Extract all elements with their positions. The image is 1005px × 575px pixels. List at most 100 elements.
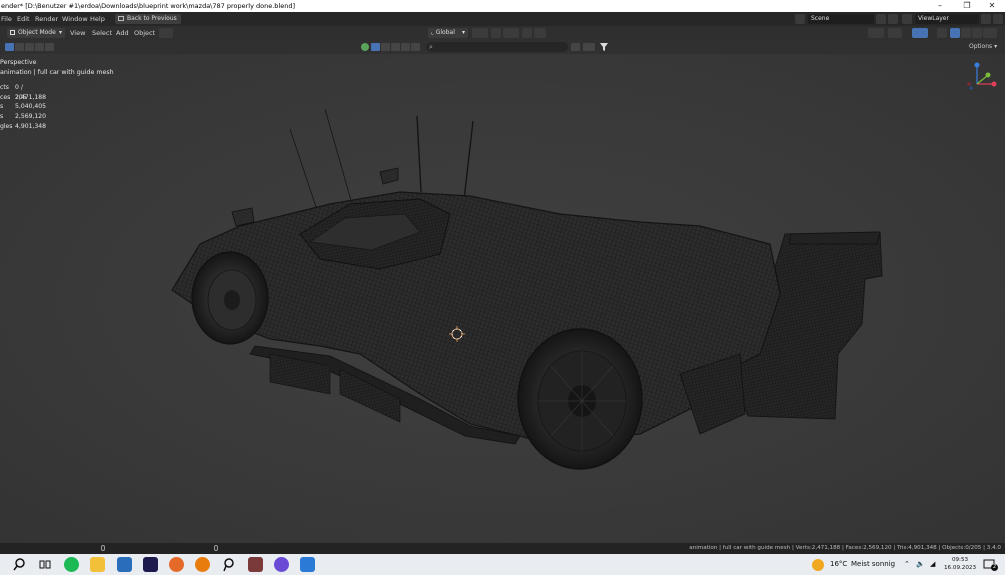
select-box-icon[interactable] — [5, 43, 14, 51]
empty-filter-icon[interactable] — [411, 43, 420, 51]
object-mode-dropdown[interactable]: Object Mode ▾ — [7, 28, 65, 38]
back-to-previous-button[interactable]: Back to Previous — [115, 14, 181, 24]
screen-icon — [118, 16, 124, 21]
display-mode-icon[interactable] — [583, 43, 595, 51]
firefox-icon[interactable] — [169, 557, 184, 572]
clock-date: 16.09.2023 — [944, 565, 977, 571]
task-view-icon[interactable] — [38, 557, 53, 572]
camera-filter-icon[interactable] — [401, 43, 410, 51]
photo-app-icon[interactable] — [248, 557, 263, 572]
system-clock[interactable]: 09:53 16.09.2023 — [944, 556, 976, 572]
view-name: Perspective — [0, 59, 37, 66]
stat-key: ces — [0, 93, 11, 101]
scene-name-field[interactable]: Scene — [808, 14, 874, 24]
new-scene-icon[interactable] — [876, 14, 886, 24]
menu-help[interactable]: Help — [90, 12, 105, 26]
maximize-button[interactable]: ❐ — [955, 0, 979, 12]
navigation-gizmo-icon[interactable] — [963, 60, 1001, 90]
object-mode-icon — [10, 30, 15, 35]
snap-toggle-icon[interactable] — [491, 28, 501, 38]
menu-view[interactable]: View — [70, 26, 85, 40]
pivot-point-icon[interactable] — [472, 28, 488, 38]
menu-select[interactable]: Select — [92, 26, 112, 40]
viewlayer-browse-icon[interactable] — [902, 14, 912, 24]
pan-tool-icon[interactable] — [868, 28, 884, 38]
viewlayer-label: ViewLayer — [918, 15, 949, 22]
scene-label: Scene — [811, 15, 830, 22]
falloff-icon[interactable] — [534, 28, 546, 38]
stat-key: gles — [0, 122, 13, 130]
select-invert-icon[interactable] — [35, 43, 44, 51]
close-button[interactable]: ✕ — [980, 0, 1004, 12]
menu-file[interactable]: File — [1, 12, 12, 26]
proportional-edit-icon[interactable] — [522, 28, 532, 38]
file-explorer-icon[interactable] — [90, 557, 105, 572]
chevron-down-icon: ▾ — [461, 29, 465, 36]
collection-path: animation | full car with guide mesh — [0, 68, 114, 76]
curve-filter-icon[interactable] — [381, 43, 390, 51]
light-filter-icon[interactable] — [391, 43, 400, 51]
weather-text: Meist sonnig — [851, 560, 896, 568]
material-shading-icon[interactable] — [972, 28, 982, 38]
stat-key: cts — [0, 84, 9, 91]
3d-viewport[interactable]: Perspective animation | full car with gu… — [0, 54, 1005, 543]
menu-object[interactable]: Object — [134, 26, 155, 40]
blender-icon[interactable] — [195, 557, 210, 572]
premiere-pro-icon[interactable] — [143, 557, 158, 572]
stat-key: s — [0, 103, 4, 111]
viewport-info-overlay: Perspective animation | full car with gu… — [0, 58, 114, 77]
network-icon[interactable]: ◢ — [930, 558, 935, 571]
rendered-shading-icon[interactable] — [983, 28, 997, 38]
mesh-filter-icon[interactable] — [361, 43, 369, 51]
menu-render[interactable]: Render — [35, 12, 58, 26]
search-icon[interactable] — [12, 557, 27, 572]
wireframe-shading-icon[interactable] — [950, 28, 960, 38]
visibility-toggle-icon[interactable] — [571, 43, 580, 51]
stat-value: 4,901,348 — [15, 122, 47, 130]
spotify-icon[interactable] — [64, 557, 79, 572]
snap-target-icon[interactable] — [503, 28, 519, 38]
select-extend-icon[interactable] — [15, 43, 24, 51]
options-dropdown[interactable]: Options ▾ — [969, 42, 997, 52]
viewport-toolrow: ⌕ Options ▾ — [0, 40, 1005, 54]
clock-time: 09:53 — [951, 557, 969, 563]
mouse-left-icon — [101, 545, 105, 551]
menu-window[interactable]: Window — [62, 12, 88, 26]
minimize-button[interactable]: – — [928, 0, 952, 12]
menu-edit[interactable]: Edit — [17, 12, 30, 26]
delete-viewlayer-icon[interactable] — [993, 14, 1003, 24]
solid-shading-icon[interactable] — [961, 28, 971, 38]
notification-count: 2 — [991, 564, 998, 571]
gpencil-icon[interactable] — [159, 28, 173, 38]
status-text: animation | full car with guide mesh | V… — [689, 545, 1001, 551]
mouse-middle-icon — [214, 545, 218, 551]
volume-icon[interactable]: 🔈 — [916, 558, 925, 571]
notification-icon[interactable]: 2 — [983, 557, 998, 572]
gizmo-toggle-icon[interactable] — [888, 28, 902, 38]
xray-toggle-icon[interactable] — [937, 28, 947, 38]
object-filter-icon[interactable] — [371, 43, 380, 51]
search-app-icon[interactable] — [221, 557, 236, 572]
menu-add[interactable]: Add — [116, 26, 129, 40]
top-menubar: File Edit Render Window Help Back to Pre… — [0, 12, 1005, 26]
select-subtract-icon[interactable] — [25, 43, 34, 51]
object-mode-label: Object Mode — [18, 29, 56, 36]
options-label: Options — [969, 43, 993, 50]
transform-orientation-dropdown[interactable]: ⌞ Global ▾ — [428, 28, 468, 38]
chat-app-icon[interactable] — [274, 557, 289, 572]
new-viewlayer-icon[interactable] — [981, 14, 991, 24]
overlay-toggle-icon[interactable] — [912, 28, 928, 38]
funnel-filter-icon[interactable] — [599, 43, 611, 51]
viewport-search-input[interactable]: ⌕ — [426, 42, 568, 52]
mail-icon[interactable] — [117, 557, 132, 572]
scene-browse-icon[interactable] — [795, 14, 805, 24]
window-title: ender* [D:\Benutzer #1\erdoa\Downloads\b… — [1, 2, 295, 10]
weather-sun-icon[interactable] — [812, 559, 824, 571]
k-app-icon[interactable] — [300, 557, 315, 572]
delete-scene-icon[interactable] — [888, 14, 898, 24]
select-intersect-icon[interactable] — [45, 43, 54, 51]
viewlayer-name-field[interactable]: ViewLayer — [915, 14, 979, 24]
back-to-previous-label: Back to Previous — [127, 15, 177, 22]
chevron-up-icon[interactable]: ⌃ — [904, 558, 910, 571]
window-titlebar: ender* [D:\Benutzer #1\erdoa\Downloads\b… — [0, 0, 1005, 12]
